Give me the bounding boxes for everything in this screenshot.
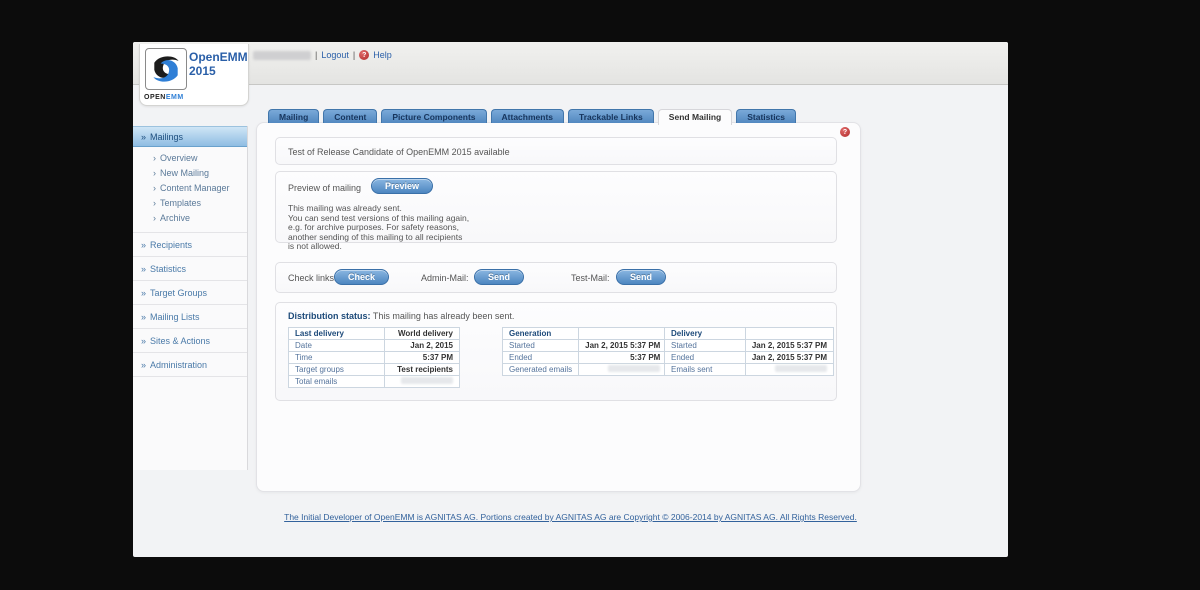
sidebar-item-recipients[interactable]: »Recipients bbox=[133, 233, 247, 257]
table-header-cell: Generation bbox=[503, 328, 579, 340]
app-title: OpenEMM 2015 bbox=[189, 50, 248, 78]
tab-trackable-links[interactable]: Trackable Links bbox=[568, 109, 654, 123]
openemm-logo bbox=[145, 48, 187, 90]
sidebar-item-target-groups[interactable]: »Target Groups bbox=[133, 281, 247, 305]
sidebar-item-templates[interactable]: ›Templates bbox=[133, 196, 247, 211]
preview-button[interactable]: Preview bbox=[371, 178, 433, 194]
redacted-value bbox=[401, 377, 453, 384]
copyright-link[interactable]: The Initial Developer of OpenEMM is AGNI… bbox=[284, 512, 857, 522]
admin-mail-label: Admin-Mail: bbox=[421, 273, 469, 283]
header-links: | Logout | ? Help bbox=[253, 50, 392, 60]
tab-picture-components[interactable]: Picture Components bbox=[381, 109, 486, 123]
separator: | bbox=[315, 50, 317, 60]
sidebar-item-archive[interactable]: ›Archive bbox=[133, 211, 247, 226]
distribution-status-section: Distribution status: This mailing has al… bbox=[275, 302, 837, 401]
mailing-title: Test of Release Candidate of OpenEMM 201… bbox=[288, 147, 510, 157]
chevron-double-icon: » bbox=[141, 288, 146, 298]
delivery-table: Delivery Started Jan 2, 2015 5:37 PM End… bbox=[664, 327, 834, 376]
sidebar-item-overview[interactable]: ›Overview bbox=[133, 151, 247, 166]
sidebar-item-statistics[interactable]: »Statistics bbox=[133, 257, 247, 281]
table-row: Target groups Test recipients bbox=[289, 364, 460, 376]
screen: OPENEMM OpenEMM 2015 | Logout | ? Help »… bbox=[0, 0, 1200, 590]
redacted-value bbox=[775, 365, 827, 372]
logout-link[interactable]: Logout bbox=[321, 50, 349, 60]
logo-wordmark: OPENEMM bbox=[144, 94, 184, 101]
tab-mailing[interactable]: Mailing bbox=[268, 109, 319, 123]
app-header bbox=[133, 42, 1008, 85]
preview-label: Preview of mailing bbox=[288, 183, 361, 193]
chevron-double-icon: » bbox=[141, 312, 146, 322]
table-header-cell: Delivery bbox=[665, 328, 746, 340]
sidebar-item-new-mailing[interactable]: ›New Mailing bbox=[133, 166, 247, 181]
table-row: Total emails bbox=[289, 376, 460, 388]
table-row: Emails sent bbox=[665, 364, 834, 376]
separator: | bbox=[353, 50, 355, 60]
tab-attachments[interactable]: Attachments bbox=[491, 109, 564, 123]
chevron-single-icon: › bbox=[153, 213, 156, 223]
table-row: Started Jan 2, 2015 5:37 PM bbox=[503, 340, 667, 352]
mailing-title-box: Test of Release Candidate of OpenEMM 201… bbox=[275, 137, 837, 165]
last-delivery-table: Last delivery World delivery Date Jan 2,… bbox=[288, 327, 460, 388]
generation-table: Generation Started Jan 2, 2015 5:37 PM E… bbox=[502, 327, 667, 376]
tab-statistics[interactable]: Statistics bbox=[736, 109, 796, 123]
sidebar-item-administration[interactable]: »Administration bbox=[133, 353, 247, 377]
table-row: Date Jan 2, 2015 bbox=[289, 340, 460, 352]
already-sent-note: This mailing was already sent. You can s… bbox=[288, 204, 469, 252]
sidebar-submenu-mailings: ›Overview ›New Mailing ›Content Manager … bbox=[133, 147, 247, 233]
chevron-double-icon: » bbox=[141, 360, 146, 370]
chevron-single-icon: › bbox=[153, 198, 156, 208]
tab-send-mailing[interactable]: Send Mailing bbox=[658, 109, 732, 125]
chevron-double-icon: » bbox=[141, 240, 146, 250]
table-row: Ended Jan 2, 2015 5:37 PM bbox=[665, 352, 834, 364]
table-row: Started Jan 2, 2015 5:37 PM bbox=[665, 340, 834, 352]
chevron-double-icon: » bbox=[141, 132, 146, 142]
chevron-single-icon: › bbox=[153, 168, 156, 178]
sidebar-item-mailing-lists[interactable]: »Mailing Lists bbox=[133, 305, 247, 329]
redacted-username bbox=[253, 51, 311, 60]
tab-content[interactable]: Content bbox=[323, 109, 377, 123]
openemm-swirl-icon bbox=[148, 51, 184, 87]
test-mail-label: Test-Mail: bbox=[571, 273, 610, 283]
chevron-single-icon: › bbox=[153, 153, 156, 163]
check-links-label: Check links: bbox=[288, 273, 337, 283]
footer: The Initial Developer of OpenEMM is AGNI… bbox=[133, 512, 1008, 522]
help-icon[interactable]: ? bbox=[840, 127, 850, 137]
admin-mail-send-button[interactable]: Send bbox=[474, 269, 524, 285]
table-row: Time 5:37 PM bbox=[289, 352, 460, 364]
redacted-value bbox=[608, 365, 660, 372]
check-links-button[interactable]: Check bbox=[334, 269, 389, 285]
distribution-status-caption: Distribution status: This mailing has al… bbox=[288, 311, 514, 321]
sidebar: »Mailings ›Overview ›New Mailing ›Conten… bbox=[133, 126, 248, 470]
sidebar-item-mailings[interactable]: »Mailings bbox=[133, 126, 247, 147]
sidebar-item-sites-actions[interactable]: »Sites & Actions bbox=[133, 329, 247, 353]
send-actions-section: Check links: Check Admin-Mail: Send Test… bbox=[275, 262, 837, 293]
main-panel: ? Test of Release Candidate of OpenEMM 2… bbox=[256, 122, 861, 492]
chevron-double-icon: » bbox=[141, 336, 146, 346]
help-link[interactable]: Help bbox=[373, 50, 392, 60]
table-header-cell: Last delivery bbox=[289, 328, 385, 340]
preview-section: Preview of mailing Preview This mailing … bbox=[275, 171, 837, 243]
table-header-cell: World delivery bbox=[384, 328, 459, 340]
mailing-tab-bar: Mailing Content Picture Components Attac… bbox=[268, 109, 796, 124]
help-icon[interactable]: ? bbox=[359, 50, 369, 60]
table-row: Ended 5:37 PM bbox=[503, 352, 667, 364]
chevron-double-icon: » bbox=[141, 264, 146, 274]
test-mail-send-button[interactable]: Send bbox=[616, 269, 666, 285]
table-header-cell bbox=[579, 328, 667, 340]
table-header-cell bbox=[745, 328, 833, 340]
chevron-single-icon: › bbox=[153, 183, 156, 193]
sidebar-item-content-manager[interactable]: ›Content Manager bbox=[133, 181, 247, 196]
table-row: Generated emails bbox=[503, 364, 667, 376]
openemm-app-window: OPENEMM OpenEMM 2015 | Logout | ? Help »… bbox=[133, 42, 1008, 557]
